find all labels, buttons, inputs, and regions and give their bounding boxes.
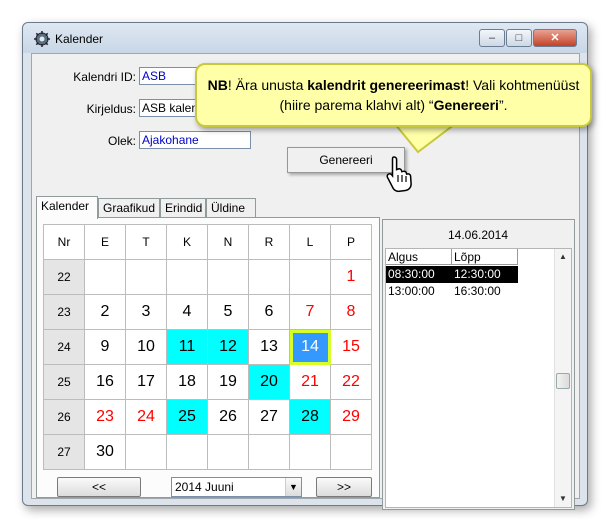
hand-cursor-icon xyxy=(386,156,412,193)
callout-text-1: ! Ära unusta xyxy=(227,77,308,93)
callout-nb: NB xyxy=(207,77,228,93)
callout-text-3: ”. xyxy=(498,97,508,113)
instruction-callout: NB! Ära unusta kalendrit genereerimast! … xyxy=(195,63,592,127)
callout-bold-2: Genereeri xyxy=(433,97,499,113)
callout-bold-1: kalendrit genereerimast xyxy=(307,77,466,93)
